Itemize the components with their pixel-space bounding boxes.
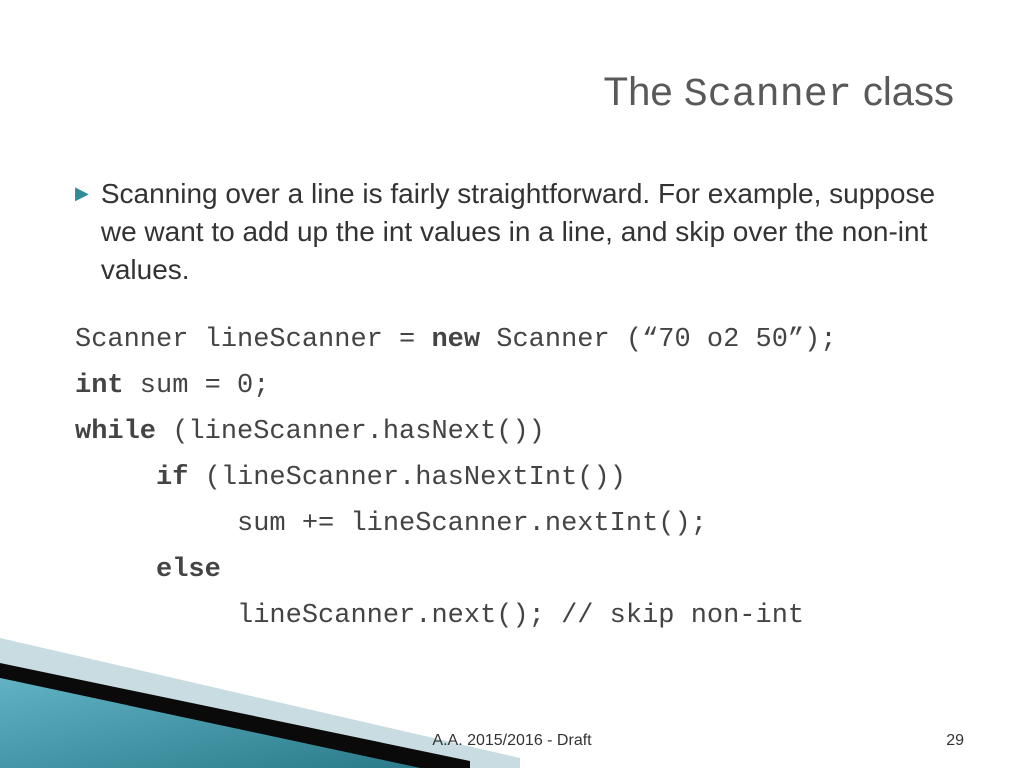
- code-line-7: lineScanner.next(); // skip non-int: [75, 594, 964, 640]
- title-suffix: class: [852, 70, 954, 114]
- code-line-6: else: [75, 548, 964, 594]
- page-number: 29: [946, 732, 964, 750]
- slide-content: ▶ Scanning over a line is fairly straigh…: [75, 175, 964, 640]
- code-line-2: int sum = 0;: [75, 364, 964, 410]
- title-code: Scanner: [684, 73, 852, 118]
- slide-title: The Scanner class: [604, 70, 954, 118]
- code-line-1: Scanner lineScanner = new Scanner (“70 o…: [75, 318, 964, 364]
- code-line-3: while (lineScanner.hasNext()): [75, 410, 964, 456]
- code-block: Scanner lineScanner = new Scanner (“70 o…: [75, 318, 964, 639]
- footer-text: A.A. 2015/2016 - Draft: [432, 732, 591, 750]
- code-line-4: if (lineScanner.hasNextInt()): [75, 456, 964, 502]
- bullet-text: Scanning over a line is fairly straightf…: [101, 175, 964, 288]
- bullet-marker-icon: ▶: [75, 183, 89, 204]
- code-line-5: sum += lineScanner.nextInt();: [75, 502, 964, 548]
- bullet-item: ▶ Scanning over a line is fairly straigh…: [75, 175, 964, 288]
- title-prefix: The: [604, 70, 684, 114]
